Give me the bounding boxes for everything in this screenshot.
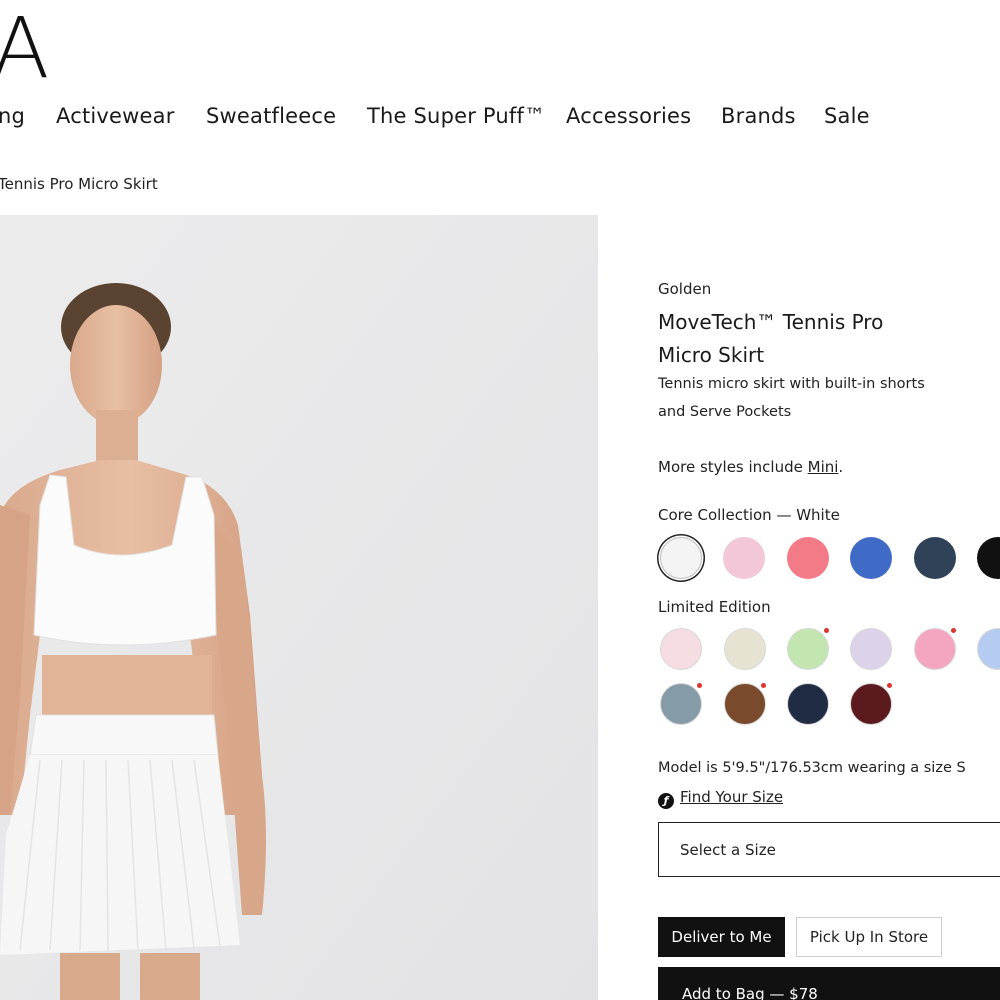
- nav-item-super-puff[interactable]: The Super Puff™: [367, 104, 545, 128]
- new-color-indicator: [824, 628, 829, 633]
- product-photo[interactable]: [0, 215, 598, 1000]
- new-color-indicator: [697, 683, 702, 688]
- color-swatch-core[interactable]: [660, 537, 702, 579]
- core-collection-label: Core Collection — White: [658, 506, 840, 524]
- nav-item-activewear[interactable]: Activewear: [56, 104, 175, 128]
- color-swatch-limited[interactable]: [660, 628, 702, 670]
- product-info-panel: Golden MoveTech™ Tennis Pro Micro Skirt …: [658, 0, 1000, 1000]
- add-to-bag-button[interactable]: Add to Bag — $78: [658, 967, 1000, 1000]
- color-swatch-core[interactable]: [850, 537, 892, 579]
- find-your-size-link[interactable]: ƒ Find Your Size: [658, 788, 783, 809]
- color-swatch-limited[interactable]: [850, 628, 892, 670]
- pick-up-in-store-button[interactable]: Pick Up In Store: [796, 917, 942, 957]
- color-swatch-core[interactable]: [787, 537, 829, 579]
- model-photo-illustration: [0, 215, 598, 1000]
- limited-edition-label: Limited Edition: [658, 598, 771, 616]
- color-swatch-limited[interactable]: [724, 683, 766, 725]
- product-title: MoveTech™ Tennis Pro Micro Skirt: [658, 306, 958, 372]
- product-description: Tennis micro skirt with built-in shorts …: [658, 370, 958, 426]
- size-select-placeholder: Select a Size: [680, 841, 776, 859]
- color-swatch-core[interactable]: [977, 537, 1000, 579]
- color-swatch-limited[interactable]: [787, 683, 829, 725]
- color-swatch-core[interactable]: [914, 537, 956, 579]
- color-swatch-limited[interactable]: [914, 628, 956, 670]
- nav-item-clothing[interactable]: ng: [0, 104, 25, 128]
- size-select-dropdown[interactable]: Select a Size: [658, 822, 1000, 877]
- color-swatch-core[interactable]: [723, 537, 765, 579]
- more-styles-suffix: .: [838, 458, 844, 476]
- product-title-line-2: Micro Skirt: [658, 343, 765, 367]
- product-title-line-1: MoveTech™ Tennis Pro: [658, 310, 884, 334]
- color-swatch-limited[interactable]: [660, 683, 702, 725]
- more-styles-text: More styles include Mini.: [658, 458, 843, 476]
- product-description-line-2: and Serve Pockets: [658, 404, 792, 420]
- brand-logo[interactable]: A: [0, 6, 49, 90]
- new-color-indicator: [887, 683, 892, 688]
- color-swatch-limited[interactable]: [977, 628, 1000, 670]
- nav-item-sweatfleece[interactable]: Sweatfleece: [206, 104, 336, 128]
- add-to-bag-label: Add to Bag — $78: [682, 985, 818, 1000]
- find-your-size-label: Find Your Size: [680, 788, 784, 806]
- measure-icon: ƒ: [658, 793, 674, 809]
- model-size-info: Model is 5'9.5"/176.53cm wearing a size …: [658, 760, 966, 776]
- new-color-indicator: [761, 683, 766, 688]
- more-styles-prefix: More styles include: [658, 458, 808, 476]
- new-color-indicator: [951, 628, 956, 633]
- deliver-to-me-button[interactable]: Deliver to Me: [658, 917, 785, 957]
- breadcrumb[interactable]: Tennis Pro Micro Skirt: [0, 175, 158, 193]
- color-swatch-limited[interactable]: [850, 683, 892, 725]
- product-description-line-1: Tennis micro skirt with built-in shorts: [658, 376, 925, 392]
- color-swatch-limited[interactable]: [787, 628, 829, 670]
- color-swatch-limited[interactable]: [724, 628, 766, 670]
- product-brand[interactable]: Golden: [658, 280, 711, 298]
- mini-style-link[interactable]: Mini: [808, 458, 839, 476]
